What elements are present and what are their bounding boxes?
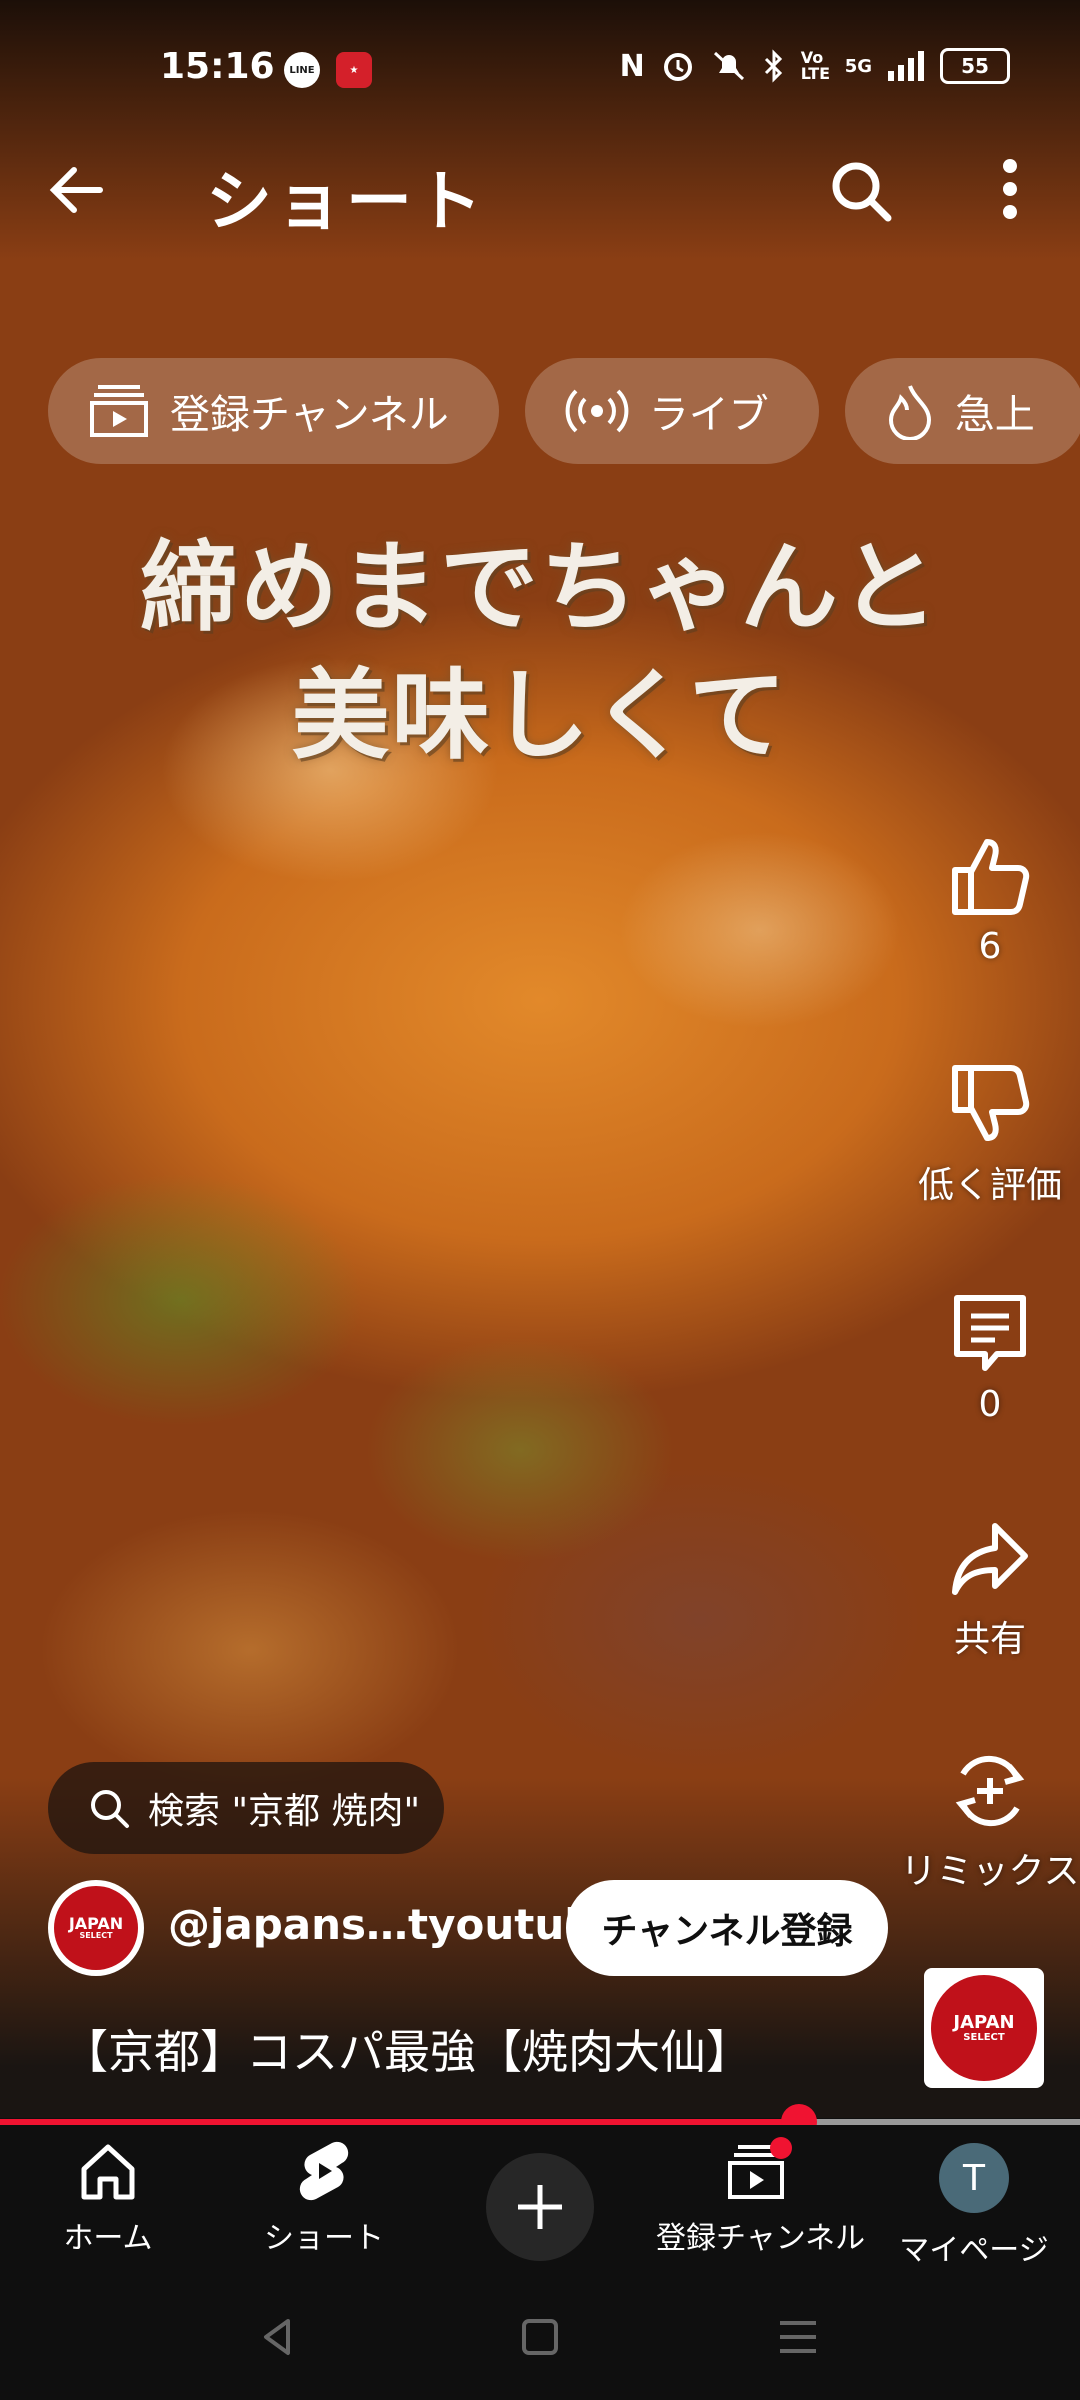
status-bar: 15:16 LINE ★ N Vo LTE 5G 55 [0, 0, 1080, 140]
page-title: ショート [206, 163, 486, 240]
related-search-pill[interactable]: 検索 "京都 焼肉" [48, 1762, 444, 1854]
status-time: 15:16 [160, 46, 275, 87]
channel-avatar[interactable]: JAPAN SELECT [48, 1880, 144, 1976]
comments-button[interactable]: 0 [900, 1290, 1080, 1425]
sound-thumbnail[interactable]: JAPAN SELECT [924, 1968, 1044, 2088]
search-icon [91, 1790, 129, 1828]
comment-count: 0 [978, 1384, 1002, 1425]
subscribe-button[interactable]: チャンネル登録 [566, 1880, 888, 1976]
remix-button[interactable]: リミックス [900, 1748, 1080, 1894]
bluetooth-icon [764, 49, 782, 83]
video-title[interactable]: 【京都】コスパ最強【焼肉大仙】 [62, 2016, 752, 2082]
share-label: 共有 [953, 1619, 1026, 1660]
system-home-icon[interactable] [518, 2315, 562, 2359]
search-icon[interactable] [826, 156, 896, 226]
filter-chips: 登録チャンネル ライブ 急上 [48, 358, 1080, 464]
like-count: 6 [978, 926, 1002, 967]
thumbs-down-icon [952, 1065, 1030, 1141]
sound-logo: JAPAN SELECT [931, 1975, 1037, 2081]
top-bar: ショート [0, 140, 1080, 240]
remix-icon [955, 1755, 1025, 1827]
bottom-nav: ホーム ショート 登録チャンネル T マイページ [0, 2125, 1080, 2275]
video-caption-line1: 締めまでちゃんと [139, 531, 940, 645]
more-options-icon[interactable] [990, 154, 1030, 224]
system-back-icon[interactable] [256, 2315, 300, 2359]
nav-shorts[interactable]: ショート [224, 2139, 424, 2257]
network-type: 5G [844, 55, 872, 77]
comment-icon [954, 1295, 1026, 1371]
back-arrow-icon[interactable] [40, 160, 120, 220]
chip-trending[interactable]: 急上 [844, 358, 1080, 464]
chip-subscriptions[interactable]: 登録チャンネル [48, 358, 499, 464]
mute-icon [713, 51, 744, 81]
subscriptions-badge [770, 2137, 792, 2159]
status-icons: N Vo LTE 5G 55 [620, 48, 1010, 84]
notification-app-icon: ★ [336, 52, 372, 88]
video-caption-line2: 美味しくて [291, 659, 789, 773]
live-icon [565, 389, 629, 433]
trending-icon [888, 385, 931, 440]
nav-mypage[interactable]: T マイページ [874, 2143, 1074, 2269]
dislike-label: 低く評価 [917, 1165, 1062, 1206]
alarm-icon [663, 53, 692, 81]
chip-live[interactable]: ライブ [524, 358, 819, 464]
like-button[interactable]: 6 [900, 832, 1080, 967]
line-app-icon: LINE [284, 52, 320, 88]
subscriptions-icon [90, 385, 148, 437]
share-icon [952, 1523, 1028, 1595]
volte-icon: Vo LTE [800, 48, 831, 83]
dislike-button[interactable]: 低く評価 [900, 1062, 1080, 1208]
channel-row: JAPAN SELECT @japans…tyoutube チャンネル登録 [48, 1880, 1048, 1976]
profile-avatar: T [939, 2143, 1009, 2213]
channel-logo: JAPAN SELECT [54, 1886, 138, 1970]
signal-icon [888, 51, 924, 81]
nav-home[interactable]: ホーム [8, 2139, 208, 2257]
home-icon [81, 2144, 135, 2200]
channel-handle[interactable]: @japans…tyoutube [168, 1900, 623, 1949]
share-button[interactable]: 共有 [900, 1516, 1080, 1662]
plus-icon [518, 2185, 562, 2229]
shorts-icon [299, 2141, 349, 2201]
system-navigation-bar [0, 2275, 1080, 2400]
create-button[interactable] [486, 2153, 594, 2261]
system-menu-icon[interactable] [776, 2315, 820, 2359]
battery-icon: 55 [940, 48, 1010, 84]
nfc-icon: N [619, 48, 645, 84]
nav-subscriptions[interactable]: 登録チャンネル [656, 2139, 865, 2257]
thumbs-up-icon [952, 839, 1030, 915]
